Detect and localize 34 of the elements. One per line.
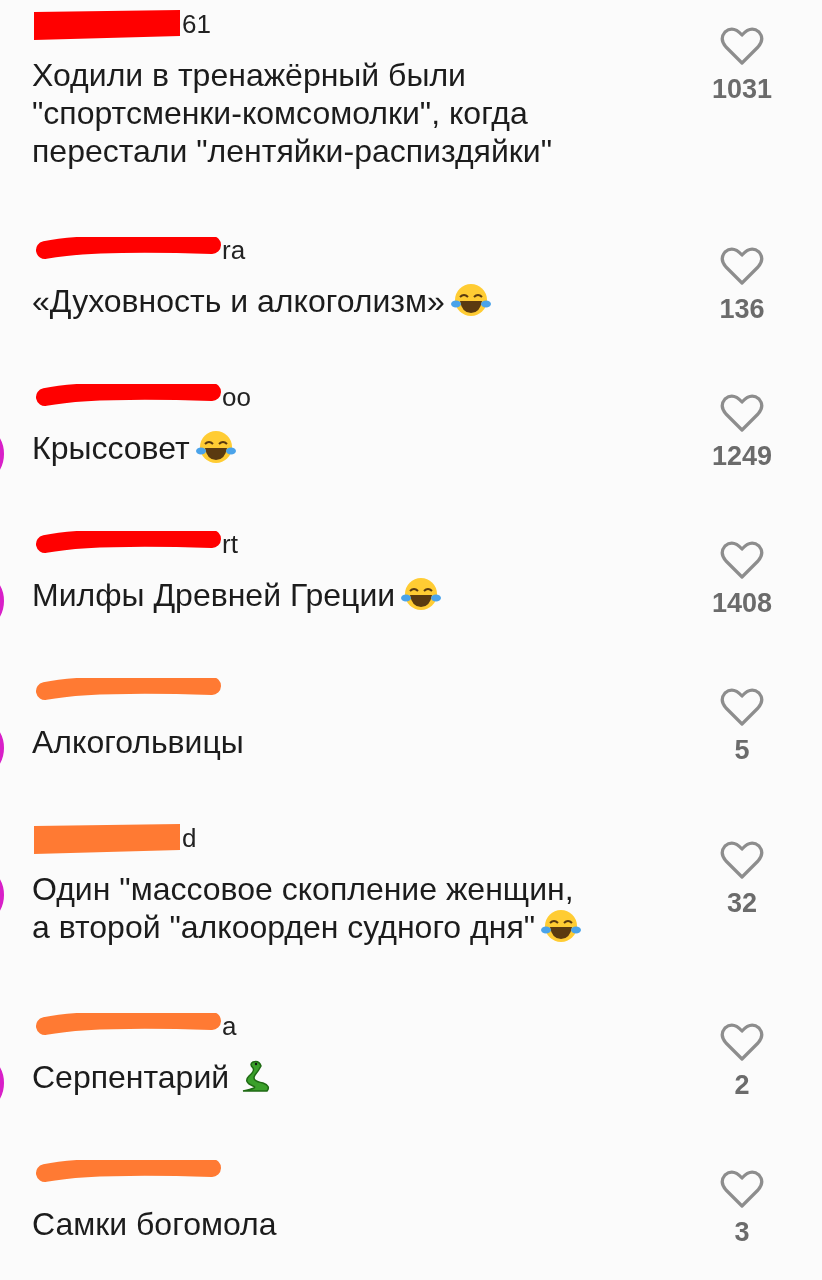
comment-text: Алкогольвицы [32, 723, 244, 761]
like-count: 1249 [711, 441, 773, 472]
comment-text: Крыссовет [32, 429, 251, 467]
heart-icon[interactable] [720, 1022, 764, 1062]
username[interactable]: d [182, 822, 197, 854]
username[interactable]: oo [222, 381, 251, 413]
like-count: 2 [734, 1070, 750, 1101]
like-count: 136 [719, 294, 765, 325]
comment-text: «Духовность и алкоголизм» [32, 282, 491, 320]
heart-icon[interactable] [720, 840, 764, 880]
laughing-emoji-icon [195, 429, 236, 465]
heart-icon[interactable] [720, 26, 764, 66]
username[interactable]: ra [222, 234, 246, 266]
comment-text: Серпентарий [32, 1058, 274, 1096]
like-count: 3 [734, 1217, 750, 1248]
comment-text: Ходили в тренажёрный были "спортсменки-комсомолки", когда перестали "лентяйки-распиздяйки" [32, 56, 552, 170]
like-count: 1031 [711, 74, 773, 105]
comment-text: Милфы Древней Греции [32, 576, 442, 614]
laughing-emoji-icon [541, 908, 582, 944]
username[interactable]: a [222, 1010, 237, 1042]
comment-text: Самки богомола [32, 1205, 277, 1243]
laughing-emoji-icon [401, 576, 442, 612]
heart-icon[interactable] [720, 540, 764, 580]
heart-icon[interactable] [720, 393, 764, 433]
username[interactable]: 61 [182, 8, 211, 40]
laughing-emoji-icon [450, 282, 491, 318]
like-count: 1408 [711, 588, 773, 619]
like-count: 5 [734, 735, 750, 766]
heart-icon[interactable] [720, 1169, 764, 1209]
heart-icon[interactable] [720, 687, 764, 727]
comment-text: Один "массовое скопление женщин, а второй "алкоорден судного дня" [32, 870, 582, 946]
username[interactable]: rt [222, 528, 238, 560]
like-count: 32 [726, 888, 757, 919]
heart-icon[interactable] [720, 246, 764, 286]
